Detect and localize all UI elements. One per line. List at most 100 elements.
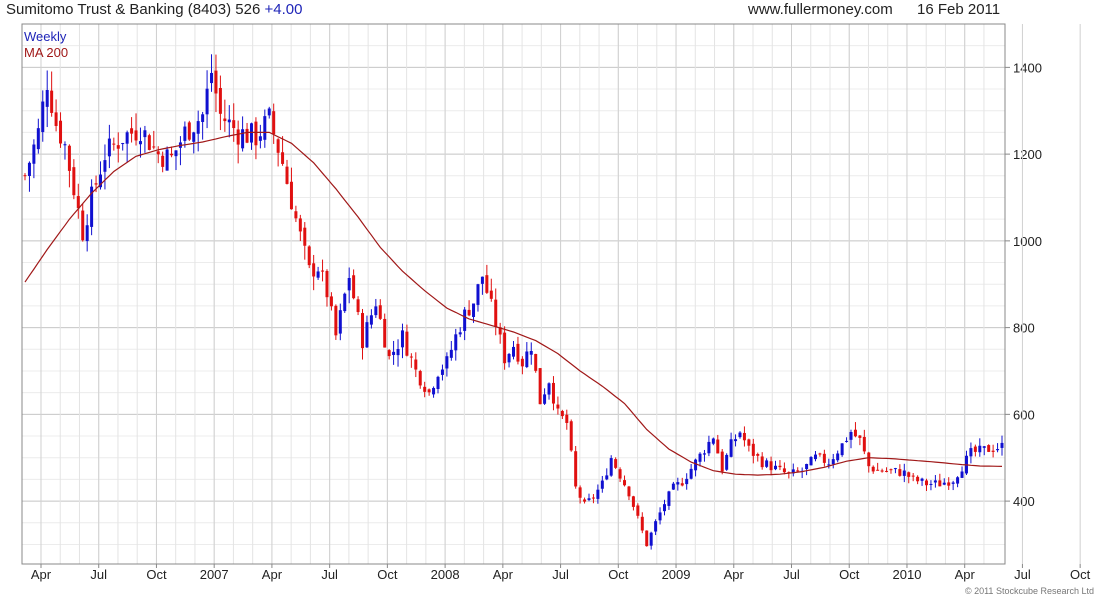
x-tick-label: Apr bbox=[955, 567, 976, 582]
candle-body bbox=[494, 299, 498, 327]
candle-body bbox=[529, 351, 533, 355]
y-tick-label: 1000 bbox=[1013, 234, 1042, 249]
candle-body bbox=[649, 532, 653, 546]
candle-body bbox=[107, 138, 111, 157]
candle-body bbox=[982, 446, 986, 448]
x-tick-label: Jul bbox=[1014, 567, 1031, 582]
candle-body bbox=[432, 387, 436, 395]
candle-body bbox=[227, 119, 231, 123]
candle-body bbox=[423, 386, 427, 392]
candle-body bbox=[578, 487, 582, 498]
candle-body bbox=[560, 410, 564, 417]
candle-body bbox=[196, 121, 200, 134]
candle-body bbox=[218, 87, 222, 114]
candle-body bbox=[969, 448, 973, 457]
candle-body bbox=[871, 466, 875, 472]
candle-body bbox=[356, 299, 360, 313]
candle-body bbox=[236, 129, 240, 145]
x-tick-label: Oct bbox=[839, 567, 860, 582]
candle-body bbox=[325, 270, 329, 298]
x-tick-label: Jul bbox=[552, 567, 569, 582]
candle-body bbox=[960, 471, 964, 478]
candle-body bbox=[289, 181, 293, 210]
candle-body bbox=[81, 210, 85, 241]
candle-body bbox=[436, 376, 440, 389]
candle-body bbox=[583, 499, 587, 502]
plot-area bbox=[22, 24, 1005, 564]
candle-body bbox=[241, 129, 245, 149]
candle-body bbox=[898, 469, 902, 476]
candle-body bbox=[32, 144, 36, 164]
candle-body bbox=[387, 350, 391, 357]
candle-body bbox=[543, 394, 547, 404]
candle-body bbox=[72, 167, 76, 196]
candle-body bbox=[765, 460, 769, 467]
candle-body bbox=[476, 284, 480, 305]
candle-body bbox=[245, 128, 249, 143]
candle-body bbox=[574, 451, 578, 487]
candle-body bbox=[662, 504, 666, 512]
candle-body bbox=[418, 371, 422, 386]
candle-body bbox=[716, 439, 720, 454]
candle-body bbox=[667, 491, 671, 506]
candle-body bbox=[565, 414, 569, 423]
candle-body bbox=[258, 136, 262, 141]
candle-body bbox=[161, 155, 165, 167]
candle-body bbox=[396, 349, 400, 356]
candle-body bbox=[316, 271, 320, 278]
candle-body bbox=[880, 470, 884, 472]
candle-body bbox=[809, 457, 813, 466]
candle-body bbox=[782, 468, 786, 473]
candle-body bbox=[893, 468, 897, 470]
candle-body bbox=[378, 305, 382, 319]
candle-body bbox=[862, 436, 866, 452]
candle-body bbox=[294, 211, 298, 219]
candle-body bbox=[449, 349, 453, 358]
candle-body bbox=[805, 463, 809, 470]
x-tick-label: Jul bbox=[90, 567, 107, 582]
candle-body bbox=[916, 476, 920, 482]
candle-body bbox=[125, 132, 129, 144]
candle-body bbox=[152, 146, 156, 148]
candle-body bbox=[725, 454, 729, 470]
legend-ma200: MA 200 bbox=[24, 45, 69, 60]
candle-body bbox=[951, 482, 955, 484]
candle-body bbox=[36, 128, 40, 150]
candle-body bbox=[707, 441, 711, 454]
candle-body bbox=[525, 351, 529, 368]
x-tick-label: 2009 bbox=[662, 567, 691, 582]
candle-body bbox=[929, 483, 933, 485]
candle-body bbox=[156, 151, 160, 155]
x-tick-label: 2008 bbox=[431, 567, 460, 582]
candle-body bbox=[520, 358, 524, 367]
candle-body bbox=[201, 114, 205, 122]
candle-body bbox=[551, 382, 555, 404]
x-tick-label: Apr bbox=[724, 567, 745, 582]
candle-body bbox=[973, 446, 977, 452]
candle-body bbox=[210, 72, 214, 84]
candle-body bbox=[480, 276, 484, 284]
candle-body bbox=[671, 483, 675, 490]
candle-body bbox=[729, 439, 733, 457]
candle-body bbox=[534, 353, 538, 371]
candle-body bbox=[165, 149, 169, 171]
candle-body bbox=[618, 469, 622, 479]
candle-body bbox=[338, 310, 342, 334]
candle-body bbox=[281, 152, 285, 164]
candle-body bbox=[556, 404, 560, 409]
candle-body bbox=[214, 70, 218, 94]
candle-body bbox=[143, 130, 147, 138]
candle-body bbox=[631, 496, 635, 507]
candle-body bbox=[276, 139, 280, 153]
candle-body bbox=[512, 346, 515, 357]
candle-body bbox=[41, 101, 45, 133]
candle-body bbox=[85, 225, 89, 242]
x-tick-label: Oct bbox=[608, 567, 629, 582]
x-tick-label: Jul bbox=[783, 567, 800, 582]
candle-body bbox=[507, 353, 511, 363]
candle-body bbox=[223, 118, 227, 122]
candle-body bbox=[103, 160, 107, 172]
candle-body bbox=[59, 120, 63, 144]
candle-body bbox=[414, 359, 418, 370]
candle-body bbox=[840, 443, 844, 456]
